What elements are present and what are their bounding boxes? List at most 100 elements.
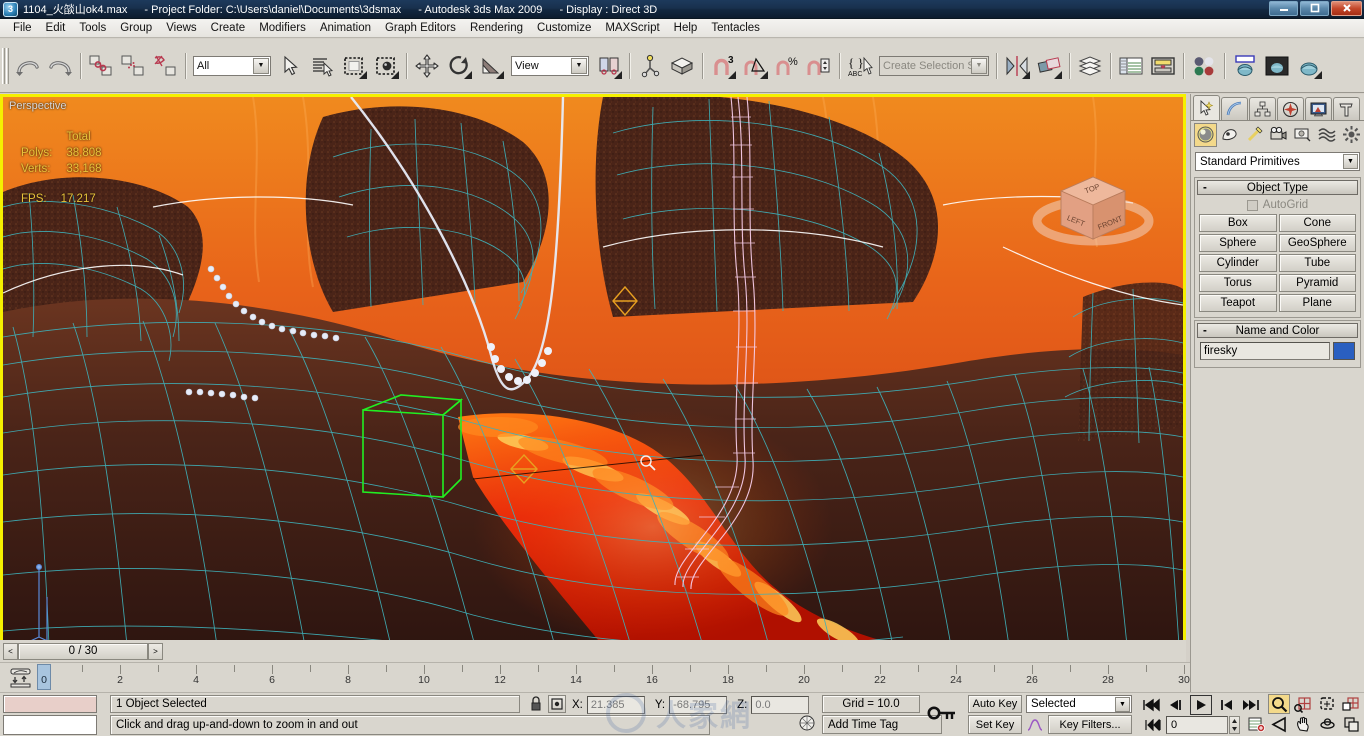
key-filter-selection-combo[interactable]: Selected ▼: [1026, 695, 1132, 713]
menu-item-create[interactable]: Create: [204, 20, 253, 36]
autogrid-row[interactable]: AutoGrid: [1197, 195, 1358, 214]
field-of-view-button[interactable]: [1268, 714, 1290, 734]
chevron-down-icon[interactable]: ▼: [571, 57, 587, 74]
object-type-button-geosphere[interactable]: GeoSphere: [1278, 234, 1356, 252]
object-type-button-pyramid[interactable]: Pyramid: [1278, 274, 1356, 292]
object-type-header[interactable]: - Object Type: [1197, 180, 1358, 195]
select-and-move-icon[interactable]: [412, 51, 442, 81]
viewcube[interactable]: TOP LEFT FRONT: [1013, 143, 1173, 263]
spinner-snap-toggle-icon[interactable]: [804, 51, 834, 81]
menu-item-edit[interactable]: Edit: [39, 20, 73, 36]
shapes-subtab[interactable]: [1218, 123, 1241, 147]
object-type-button-sphere[interactable]: Sphere: [1199, 234, 1277, 252]
bind-to-space-warp-icon[interactable]: [150, 51, 180, 81]
next-frame-button[interactable]: [1215, 695, 1237, 715]
menu-item-rendering[interactable]: Rendering: [463, 20, 530, 36]
time-configuration-icon[interactable]: [1246, 715, 1266, 734]
object-type-button-cone[interactable]: Cone: [1278, 214, 1356, 232]
menu-item-tentacles[interactable]: Tentacles: [704, 20, 767, 36]
helpers-subtab[interactable]: [1291, 123, 1314, 147]
object-type-button-box[interactable]: Box: [1199, 214, 1277, 232]
keyboard-shortcut-override-icon[interactable]: [667, 51, 697, 81]
window-crossing-icon[interactable]: [371, 51, 401, 81]
rectangular-selection-region-icon[interactable]: [339, 51, 369, 81]
snaps-toggle-icon[interactable]: 3: [708, 51, 738, 81]
unlink-selection-icon[interactable]: [118, 51, 148, 81]
object-name-input[interactable]: firesky: [1200, 342, 1330, 360]
auto-key-button[interactable]: Auto Key: [968, 695, 1022, 713]
perspective-viewport[interactable]: TOP LEFT FRONT Perspective Total Polys: …: [0, 94, 1186, 649]
align-icon[interactable]: [1034, 51, 1064, 81]
geometry-subtab[interactable]: [1194, 122, 1218, 147]
render-setup-icon[interactable]: [1230, 51, 1260, 81]
previous-frame-button[interactable]: [1165, 695, 1187, 715]
curve-editor-icon[interactable]: [1116, 51, 1146, 81]
close-button[interactable]: [1331, 1, 1362, 16]
render-production-icon[interactable]: [1294, 51, 1324, 81]
autogrid-checkbox[interactable]: [1246, 199, 1258, 211]
coord-x-field[interactable]: 21.385: [586, 696, 645, 714]
angle-snap-toggle-icon[interactable]: [740, 51, 770, 81]
undo-icon[interactable]: [13, 51, 43, 81]
orbit-button[interactable]: [1316, 714, 1338, 734]
zoom-region-button[interactable]: [1340, 694, 1362, 714]
object-type-button-tube[interactable]: Tube: [1278, 254, 1356, 272]
mirror-icon[interactable]: [1002, 51, 1032, 81]
chevron-down-icon[interactable]: ▼: [1343, 154, 1358, 169]
named-selection-sets-icon[interactable]: { } ABC: [845, 51, 875, 81]
menu-item-animation[interactable]: Animation: [313, 20, 378, 36]
reference-coordinate-system-combo[interactable]: View ▼: [511, 55, 589, 76]
viewport-3d-scene[interactable]: TOP LEFT FRONT: [3, 97, 1183, 646]
menu-item-tools[interactable]: Tools: [72, 20, 113, 36]
menu-item-customize[interactable]: Customize: [530, 20, 598, 36]
menu-item-help[interactable]: Help: [667, 20, 705, 36]
modify-tab[interactable]: [1221, 97, 1248, 120]
status-listener-mini[interactable]: [3, 715, 97, 735]
zoom-extents-button[interactable]: [1316, 694, 1338, 714]
maximize-button[interactable]: [1300, 1, 1329, 16]
zoom-button[interactable]: [1268, 694, 1290, 714]
zoom-all-button[interactable]: [1292, 694, 1314, 714]
utilities-tab[interactable]: [1333, 97, 1360, 120]
menu-item-views[interactable]: Views: [159, 20, 203, 36]
percent-snap-toggle-icon[interactable]: %: [772, 51, 802, 81]
track-bar[interactable]: 0246810121416182022242628300: [0, 662, 1190, 692]
object-category-combo[interactable]: Standard Primitives ▼: [1195, 152, 1360, 171]
default-in-out-tangent-icon[interactable]: [1026, 715, 1044, 734]
key-mode-toggle-icon[interactable]: [925, 701, 959, 729]
layer-manager-icon[interactable]: [1075, 51, 1105, 81]
object-type-button-teapot[interactable]: Teapot: [1199, 294, 1277, 312]
toolbar-grip[interactable]: [2, 47, 9, 84]
rollout-collapse-icon[interactable]: -: [1203, 325, 1207, 337]
chevron-down-icon[interactable]: ▼: [971, 57, 987, 74]
coord-y-field[interactable]: -68.795: [669, 696, 728, 714]
add-time-tag-button[interactable]: Add Time Tag: [822, 715, 942, 734]
use-pivot-point-center-icon[interactable]: [594, 51, 624, 81]
object-type-button-torus[interactable]: Torus: [1199, 274, 1277, 292]
minimize-button[interactable]: [1269, 1, 1298, 16]
time-slider-prev-button[interactable]: <: [3, 642, 18, 660]
play-animation-button[interactable]: [1190, 695, 1212, 715]
systems-subtab[interactable]: [1340, 123, 1363, 147]
time-slider-next-button[interactable]: >: [148, 642, 163, 660]
object-type-button-plane[interactable]: Plane: [1278, 294, 1356, 312]
menu-item-group[interactable]: Group: [113, 20, 159, 36]
object-color-swatch[interactable]: [1333, 342, 1355, 360]
space-warps-subtab[interactable]: [1315, 123, 1338, 147]
menu-item-modifiers[interactable]: Modifiers: [252, 20, 313, 36]
track-bar-ruler[interactable]: 0246810121416182022242628300: [37, 663, 1190, 693]
name-and-color-header[interactable]: - Name and Color: [1197, 323, 1358, 338]
key-filters-button[interactable]: Key Filters...: [1048, 715, 1132, 734]
select-and-scale-icon[interactable]: [476, 51, 506, 81]
key-mode-arrows-icon[interactable]: [1144, 716, 1162, 733]
coord-z-field[interactable]: 0.0: [751, 696, 810, 714]
time-slider-frame-field[interactable]: 0 / 30: [18, 642, 148, 660]
select-by-name-icon[interactable]: [307, 51, 337, 81]
display-tab[interactable]: [1305, 97, 1332, 120]
rollout-collapse-icon[interactable]: -: [1203, 182, 1207, 194]
absolute-relative-transform-icon[interactable]: [548, 695, 566, 713]
named-selection-set-field[interactable]: Create Selection Set ▼: [879, 55, 989, 76]
object-type-button-cylinder[interactable]: Cylinder: [1199, 254, 1277, 272]
lights-subtab[interactable]: [1243, 123, 1266, 147]
go-to-end-button[interactable]: [1240, 695, 1262, 715]
